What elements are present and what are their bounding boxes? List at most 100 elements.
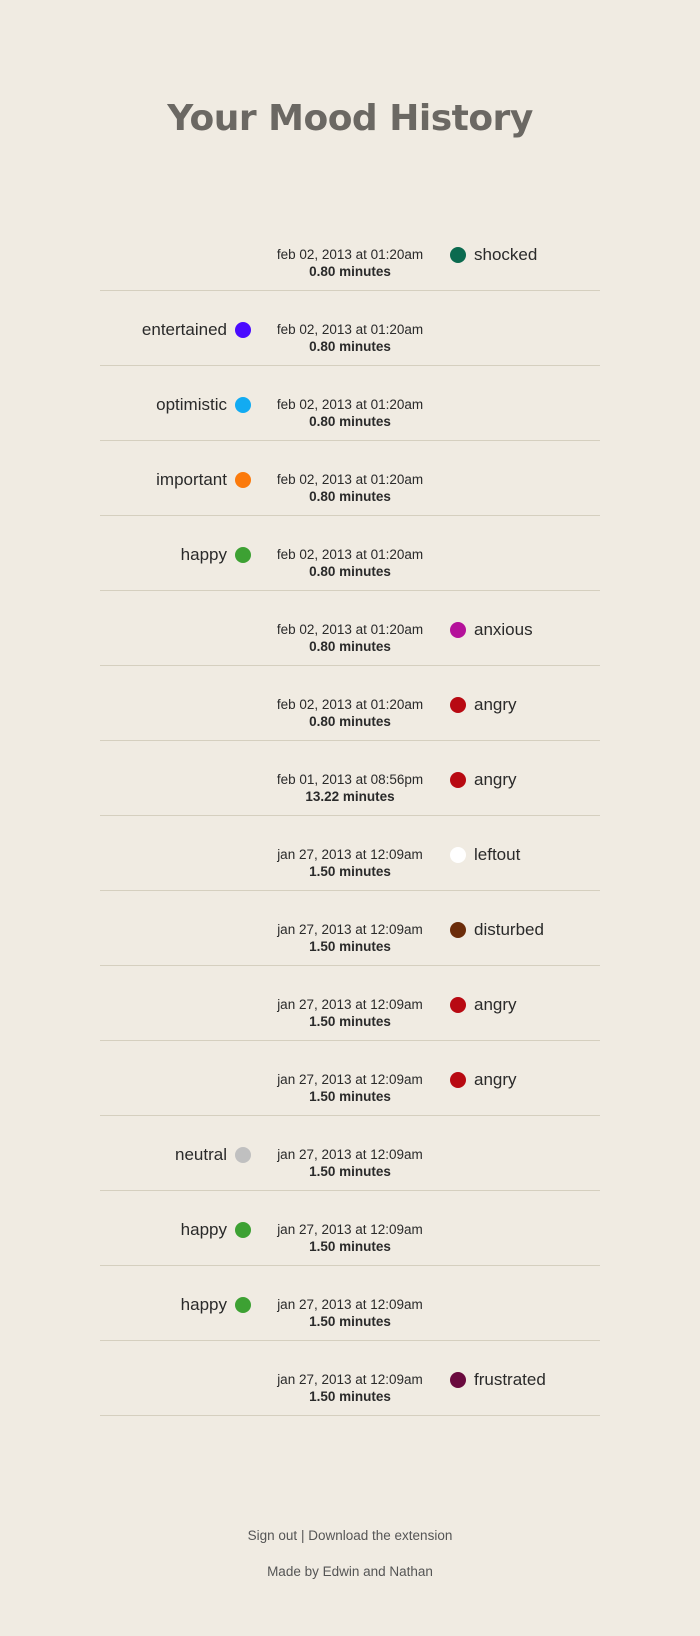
mood-label: shocked <box>474 245 538 264</box>
mood-color-dot <box>450 622 466 638</box>
page-title: Your Mood History <box>167 98 533 139</box>
mood-entry-row: feb 02, 2013 at 01:20am 0.80 minutes optim… <box>100 366 600 441</box>
entry-duration: 0.80 minutes <box>309 564 391 579</box>
mood-history-list: feb 02, 2013 at 01:20am 0.80 minutes shock… <box>100 216 600 1416</box>
entry-timestamp: jan 27, 2013 at 12:09am 1.50 minutes <box>250 921 450 955</box>
mood-entry-row: jan 27, 2013 at 12:09am 1.50 minutes angry <box>100 1041 600 1116</box>
entry-duration: 13.22 minutes <box>305 789 395 804</box>
entry-duration: 0.80 minutes <box>309 639 391 654</box>
mood-tag: neutral <box>175 1145 251 1165</box>
entry-duration: 0.80 minutes <box>309 264 391 279</box>
entry-date: feb 02, 2013 at 01:20am <box>276 247 424 262</box>
mood-label: disturbed <box>474 920 544 939</box>
entry-timestamp: feb 02, 2013 at 01:20am 0.80 minutes <box>250 321 450 355</box>
mood-entry-row: feb 02, 2013 at 01:20am 0.80 minutes shock… <box>100 216 600 291</box>
mood-color-dot <box>450 247 466 263</box>
entry-timestamp: jan 27, 2013 at 12:09am 1.50 minutes <box>250 1071 450 1105</box>
entry-date: jan 27, 2013 at 12:09am <box>277 1297 423 1312</box>
mood-tag: happy <box>181 1295 251 1315</box>
entry-date: jan 27, 2013 at 12:09am <box>277 997 423 1012</box>
mood-color-dot <box>235 1147 251 1163</box>
entry-date: feb 02, 2013 at 01:20am <box>276 472 424 487</box>
mood-label: happy <box>180 545 227 564</box>
entry-date: jan 27, 2013 at 12:09am <box>277 1372 423 1387</box>
mood-entry-row: feb 01, 2013 at 08:56pm 13.22 minutes angr… <box>100 741 600 816</box>
mood-color-dot <box>450 1072 466 1088</box>
mood-tag: angry <box>450 1070 517 1090</box>
mood-entry-row: jan 27, 2013 at 12:09am 1.50 minutes lefto… <box>100 816 600 891</box>
entry-timestamp: feb 01, 2013 at 08:56pm 13.22 minutes <box>250 771 450 805</box>
entry-date: jan 27, 2013 at 12:09am <box>277 1147 423 1162</box>
footer-separator: | <box>300 1528 305 1543</box>
mood-entry-row: jan 27, 2013 at 12:09am 1.50 minutes happy <box>100 1191 600 1266</box>
credit-text: Made by Edwin and Nathan <box>267 1564 433 1579</box>
mood-color-dot <box>235 1297 251 1313</box>
mood-color-dot <box>235 322 251 338</box>
mood-label: neutral <box>175 1145 227 1164</box>
mood-tag: happy <box>181 545 251 565</box>
mood-label: anxious <box>474 620 533 639</box>
mood-entry-row: feb 02, 2013 at 01:20am 0.80 minutes happy <box>100 516 600 591</box>
entry-timestamp: feb 02, 2013 at 01:20am 0.80 minutes <box>250 471 450 505</box>
entry-duration: 0.80 minutes <box>309 339 391 354</box>
mood-tag: important <box>156 470 251 490</box>
entry-timestamp: feb 02, 2013 at 01:20am 0.80 minutes <box>250 696 450 730</box>
entry-timestamp: jan 27, 2013 at 12:09am 1.50 minutes <box>250 1296 450 1330</box>
mood-tag: shocked <box>450 245 537 265</box>
mood-color-dot <box>450 997 466 1013</box>
mood-tag: angry <box>450 770 517 790</box>
entry-duration: 1.50 minutes <box>309 1089 391 1104</box>
entry-timestamp: jan 27, 2013 at 12:09am 1.50 minutes <box>250 1221 450 1255</box>
footer: Sign out | Download the extension Made b… <box>0 1527 700 1580</box>
mood-label: happy <box>180 1295 227 1314</box>
entry-duration: 1.50 minutes <box>309 1389 391 1404</box>
entry-date: feb 02, 2013 at 01:20am <box>276 622 424 637</box>
mood-color-dot <box>450 772 466 788</box>
mood-label: leftout <box>474 845 521 864</box>
mood-entry-row: jan 27, 2013 at 12:09am 1.50 minutes happy <box>100 1266 600 1341</box>
mood-color-dot <box>450 847 466 863</box>
mood-label: angry <box>474 1070 517 1089</box>
entry-date: feb 02, 2013 at 01:20am <box>276 322 424 337</box>
entry-timestamp: feb 02, 2013 at 01:20am 0.80 minutes <box>250 396 450 430</box>
mood-label: angry <box>474 695 517 714</box>
entry-timestamp: feb 02, 2013 at 01:20am 0.80 minutes <box>250 546 450 580</box>
entry-duration: 0.80 minutes <box>309 489 391 504</box>
mood-label: entertained <box>141 320 227 339</box>
mood-label: important <box>156 470 227 489</box>
mood-tag: optimistic <box>156 395 251 415</box>
mood-entry-row: jan 27, 2013 at 12:09am 1.50 minutes frust… <box>100 1341 600 1416</box>
sign-out-link[interactable]: Sign out <box>248 1528 298 1543</box>
entry-date: jan 27, 2013 at 12:09am <box>277 922 423 937</box>
entry-duration: 1.50 minutes <box>309 939 391 954</box>
mood-tag: anxious <box>450 620 533 640</box>
entry-duration: 1.50 minutes <box>309 864 391 879</box>
entry-timestamp: jan 27, 2013 at 12:09am 1.50 minutes <box>250 1371 450 1405</box>
mood-tag: disturbed <box>450 920 544 940</box>
entry-duration: 1.50 minutes <box>309 1239 391 1254</box>
mood-entry-row: jan 27, 2013 at 12:09am 1.50 minutes neutr… <box>100 1116 600 1191</box>
mood-color-dot <box>235 547 251 563</box>
entry-date: feb 02, 2013 at 01:20am <box>276 697 424 712</box>
mood-color-dot <box>450 1372 466 1388</box>
mood-tag: angry <box>450 695 517 715</box>
mood-color-dot <box>235 1222 251 1238</box>
mood-label: frustrated <box>474 1370 546 1389</box>
entry-duration: 1.50 minutes <box>309 1314 391 1329</box>
page: Your Mood History feb 02, 2013 at 01:20a… <box>0 0 700 1636</box>
mood-color-dot <box>235 472 251 488</box>
mood-entry-row: feb 02, 2013 at 01:20am 0.80 minutes enter… <box>100 291 600 366</box>
entry-date: feb 01, 2013 at 08:56pm <box>276 772 424 787</box>
mood-color-dot <box>235 397 251 413</box>
mood-label: angry <box>474 995 517 1014</box>
entry-date: feb 02, 2013 at 01:20am <box>276 547 424 562</box>
download-extension-link[interactable]: Download the extension <box>308 1528 452 1543</box>
mood-label: happy <box>180 1220 227 1239</box>
mood-tag: entertained <box>142 320 251 340</box>
mood-entry-row: jan 27, 2013 at 12:09am 1.50 minutes distu… <box>100 891 600 966</box>
mood-tag: frustrated <box>450 1370 546 1390</box>
mood-entry-row: jan 27, 2013 at 12:09am 1.50 minutes angry <box>100 966 600 1041</box>
mood-color-dot <box>450 922 466 938</box>
entry-timestamp: feb 02, 2013 at 01:20am 0.80 minutes <box>250 621 450 655</box>
mood-tag: angry <box>450 995 517 1015</box>
